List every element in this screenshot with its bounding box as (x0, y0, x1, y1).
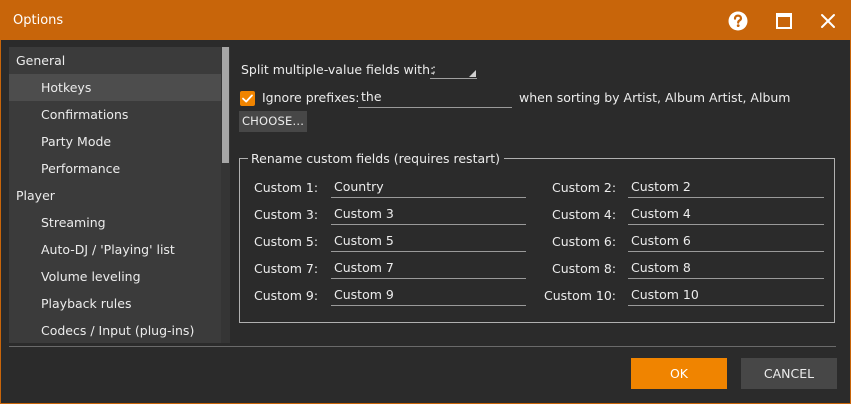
maximize-icon (776, 13, 792, 29)
ignore-prefixes-input[interactable] (358, 86, 512, 108)
maximize-button[interactable] (767, 7, 801, 35)
custom-9-label: Custom 9: (254, 288, 319, 303)
sidebar-scrollbar[interactable] (221, 47, 230, 343)
custom-1-input[interactable] (331, 176, 526, 198)
sidebar-item-volume-leveling[interactable]: Volume leveling (9, 263, 221, 290)
sidebar-item-codecs[interactable]: Codecs / Input (plug-ins) (9, 317, 221, 343)
checkmark-icon (242, 94, 253, 103)
sidebar-item-performance[interactable]: Performance (9, 155, 221, 182)
options-sidebar: General Hotkeys Confirmations Party Mode… (9, 47, 230, 343)
help-button[interactable] (721, 7, 755, 35)
custom-8-label: Custom 8: (552, 261, 617, 276)
choose-button[interactable]: CHOOSE... (239, 111, 307, 132)
custom-4-input[interactable] (628, 203, 824, 225)
sidebar-item-confirmations[interactable]: Confirmations (9, 101, 221, 128)
sidebar-item-label: Playback rules (41, 296, 132, 311)
custom-2-label: Custom 2: (552, 180, 617, 195)
custom-2-input[interactable] (628, 176, 824, 198)
sidebar-item-label: Volume leveling (41, 269, 141, 284)
close-button[interactable] (811, 7, 845, 35)
cancel-button[interactable]: CANCEL (741, 358, 837, 389)
options-dialog: Options General Hotkeys Confirmations Pa… (0, 0, 851, 404)
sidebar-item-label: Confirmations (41, 107, 129, 122)
footer-divider (9, 346, 836, 347)
sidebar-item-auto-dj[interactable]: Auto-DJ / 'Playing' list (9, 236, 221, 263)
sidebar-item-label: Player (16, 188, 55, 203)
sidebar-item-player[interactable]: Player (9, 182, 221, 209)
sidebar-item-label: Streaming (41, 215, 106, 230)
custom-10-input[interactable] (628, 284, 824, 306)
custom-4-label: Custom 4: (552, 207, 617, 222)
split-separator-value: ; (432, 62, 437, 76)
sidebar-item-streaming[interactable]: Streaming (9, 209, 221, 236)
split-fields-label: Split multiple-value fields with: (241, 62, 435, 77)
custom-5-input[interactable] (331, 230, 526, 252)
window-title: Options (13, 13, 64, 28)
split-separator-select[interactable]: ; (430, 62, 477, 79)
custom-9-input[interactable] (331, 284, 526, 306)
custom-6-input[interactable] (628, 230, 824, 252)
custom-8-input[interactable] (628, 257, 824, 279)
sorting-note: when sorting by Artist, Album Artist, Al… (519, 90, 791, 105)
custom-7-input[interactable] (331, 257, 526, 279)
custom-fields-group-title: Rename custom fields (requires restart) (248, 151, 505, 166)
sidebar-item-label: General (16, 53, 66, 68)
sidebar-item-label: Hotkeys (41, 80, 92, 95)
custom-7-label: Custom 7: (254, 261, 319, 276)
sidebar-item-party-mode[interactable]: Party Mode (9, 128, 221, 155)
custom-3-label: Custom 3: (254, 207, 319, 222)
custom-5-label: Custom 5: (254, 234, 319, 249)
sidebar-item-label: Performance (41, 161, 121, 176)
sidebar-item-hotkeys[interactable]: Hotkeys (9, 74, 221, 101)
dropdown-arrow-icon (469, 70, 476, 77)
custom-10-label: Custom 10: (544, 288, 616, 303)
custom-1-label: Custom 1: (254, 180, 319, 195)
ignore-prefixes-label: Ignore prefixes: (262, 90, 360, 105)
sidebar-item-general[interactable]: General (9, 47, 221, 74)
ok-button[interactable]: OK (631, 358, 727, 389)
custom-6-label: Custom 6: (552, 234, 617, 249)
sidebar-item-label: Party Mode (41, 134, 112, 149)
ignore-prefixes-checkbox[interactable] (240, 91, 255, 106)
sidebar-scrollbar-thumb[interactable] (222, 47, 229, 163)
help-icon (728, 11, 748, 31)
sidebar-item-playback-rules[interactable]: Playback rules (9, 290, 221, 317)
title-bar: Options (1, 1, 850, 40)
close-icon (821, 14, 835, 28)
sidebar-item-label: Codecs / Input (plug-ins) (41, 323, 195, 338)
sidebar-item-label: Auto-DJ / 'Playing' list (41, 242, 175, 257)
custom-3-input[interactable] (331, 203, 526, 225)
